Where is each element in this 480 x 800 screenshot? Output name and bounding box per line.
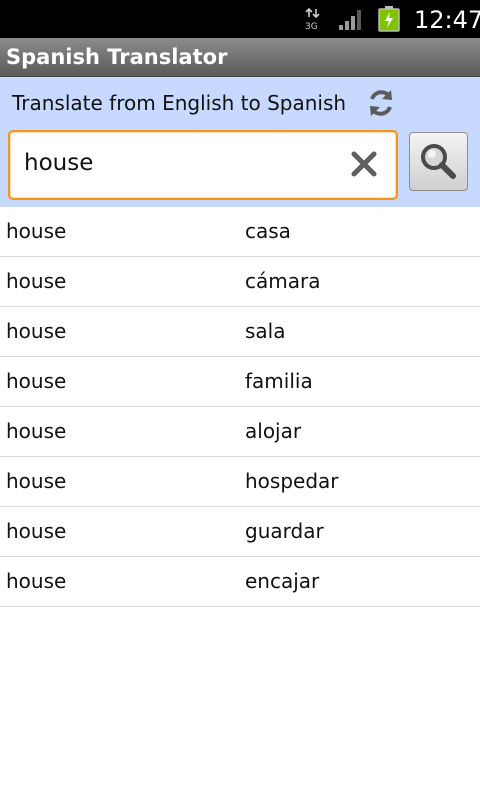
- english-word: house: [6, 419, 67, 443]
- list-item[interactable]: house alojar: [0, 407, 480, 457]
- list-item[interactable]: house familia: [0, 357, 480, 407]
- list-item[interactable]: house cámara: [0, 257, 480, 307]
- english-word: house: [6, 469, 67, 493]
- battery-charging-icon: [378, 6, 400, 32]
- spanish-translation: sala: [245, 319, 286, 343]
- list-item[interactable]: house hospedar: [0, 457, 480, 507]
- spanish-translation: familia: [245, 369, 313, 393]
- results-list: house casa house cámara house sala house…: [0, 207, 480, 607]
- search-query-text[interactable]: house: [24, 132, 93, 194]
- list-item[interactable]: house guardar: [0, 507, 480, 557]
- signal-strength-icon: [339, 10, 361, 30]
- spanish-translation: hospedar: [245, 469, 339, 493]
- translation-direction-label: Translate from English to Spanish: [12, 91, 347, 115]
- app-title: Spanish Translator: [6, 45, 228, 69]
- data-network-icon: 3G: [305, 8, 320, 30]
- refresh-icon[interactable]: [364, 86, 398, 120]
- spanish-translation: casa: [245, 219, 291, 243]
- spanish-translation: alojar: [245, 419, 302, 443]
- spanish-translation: encajar: [245, 569, 320, 593]
- spanish-translation: guardar: [245, 519, 324, 543]
- spanish-translation: cámara: [245, 269, 321, 293]
- english-word: house: [6, 369, 67, 393]
- search-panel: Translate from English to Spanish house: [0, 77, 480, 207]
- magnifier-icon: [421, 144, 456, 179]
- english-word: house: [6, 569, 67, 593]
- status-bar: 3G 12:47: [0, 0, 480, 38]
- english-word: house: [6, 269, 67, 293]
- status-clock: 12:47: [414, 6, 480, 34]
- search-button[interactable]: [409, 132, 468, 191]
- clear-x-icon[interactable]: [351, 151, 377, 177]
- english-word: house: [6, 519, 67, 543]
- app-title-bar: Spanish Translator: [0, 38, 480, 77]
- search-input[interactable]: house: [8, 130, 398, 200]
- english-word: house: [6, 219, 67, 243]
- network-type-label: 3G: [305, 22, 318, 30]
- list-item[interactable]: house casa: [0, 207, 480, 257]
- list-item[interactable]: house encajar: [0, 557, 480, 607]
- list-item[interactable]: house sala: [0, 307, 480, 357]
- english-word: house: [6, 319, 67, 343]
